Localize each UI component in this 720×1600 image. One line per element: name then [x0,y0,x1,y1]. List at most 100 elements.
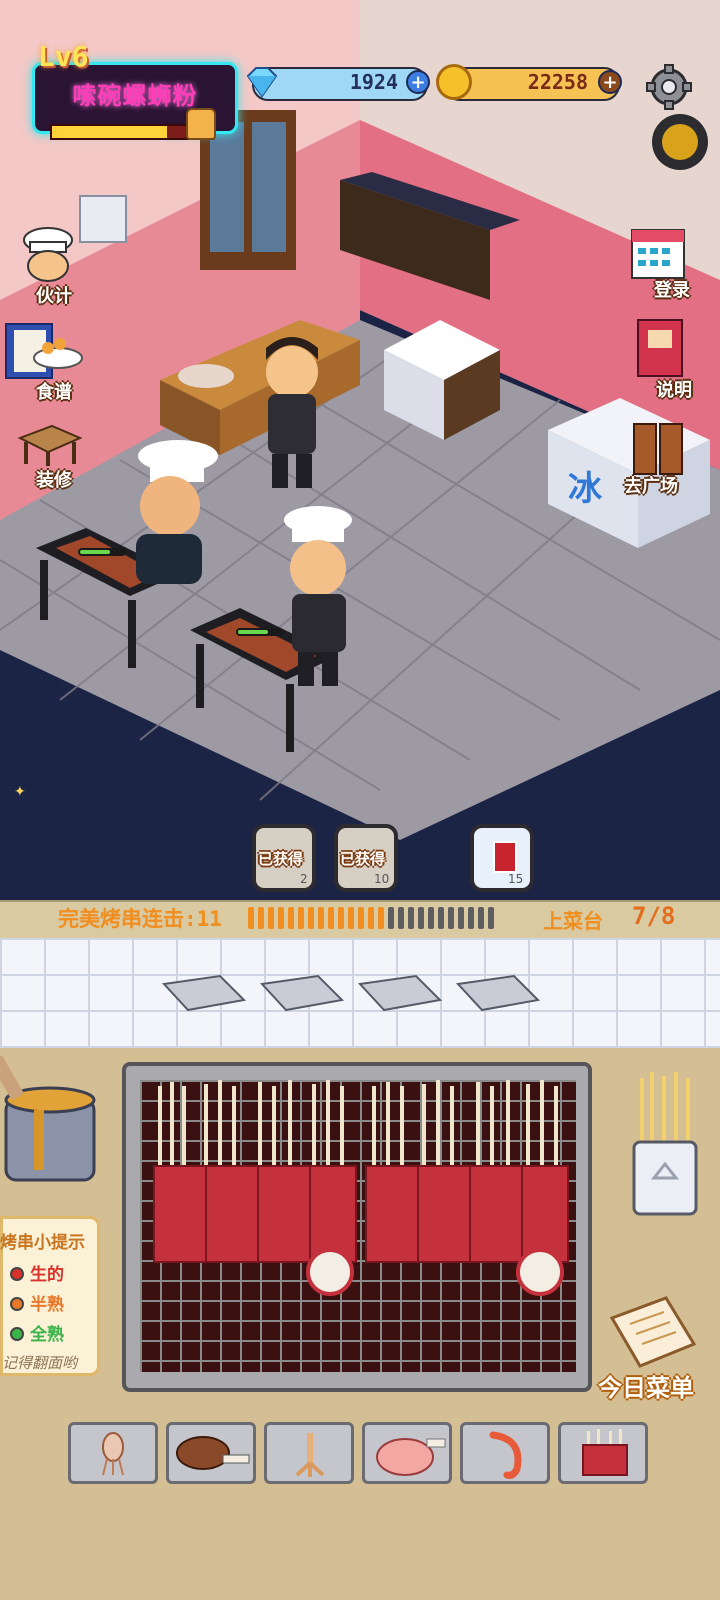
serving-plate-1[interactable] [158,974,248,1012]
thumbs-up-icon [186,108,216,140]
combo-segment [488,907,494,929]
combo-segment [388,907,394,929]
combo-segment [268,907,274,929]
login-button[interactable]: 登录 [630,224,700,304]
lamb-chop-icon [376,1438,446,1476]
chicken-feet-icon [295,1433,325,1477]
shrimp-icon [489,1431,522,1479]
bubble-label: 已获得 [340,850,386,868]
combo-segment [458,907,464,929]
gold-coin-icon [436,64,472,100]
guide-button[interactable]: 说明 [634,318,704,401]
bubble-label: 已获得 [258,850,304,868]
add-gold-button[interactable]: + [598,70,622,94]
done-dot-icon [10,1327,24,1341]
combo-segment [248,907,254,929]
combo-segment [478,907,484,929]
hint-done-label: 全熟 [30,1325,64,1345]
combo-segment [288,907,294,929]
shop-name: 嗦碗螺蛳粉 [72,82,198,110]
combo-label: 完美烤串连击:11 [58,907,222,931]
combo-segment [418,907,424,929]
skewer-sticks-cup-icon[interactable] [628,1072,704,1222]
shop-level: Lv6 [38,40,89,73]
guide-label: 说明 [656,380,692,401]
combo-segment [378,907,384,929]
bubble-count: 2 [300,872,308,886]
squid-icon [102,1432,124,1476]
ingredient-slot-meat-leg[interactable] [166,1422,256,1484]
chef-icon [23,227,73,282]
todays-menu-button[interactable]: 今日菜单 [598,1368,694,1403]
combo-segment [308,907,314,929]
settings-gear-icon[interactable] [646,64,692,110]
serving-plate-2[interactable] [256,974,346,1012]
ingredient-slot-squid[interactable] [68,1422,158,1484]
hint-medium-label: 半熟 [30,1295,64,1315]
combo-segment [368,907,374,929]
grill-hints-title: 烤串小提示 [0,1233,85,1253]
gold-value: 22258 [527,70,588,94]
collected-bubble-2[interactable]: 已获得 10 [334,824,398,892]
bubble-count: 15 [508,872,524,886]
svg-text:冰: 冰 [568,469,603,509]
decorate-button[interactable]: 装修 [14,420,84,500]
sauce-bucket-icon[interactable] [0,1056,100,1190]
medium-dot-icon [10,1297,24,1311]
decor-icon [17,424,83,466]
hint-raw: 生的 [10,1260,64,1285]
mushroom-beef-roll-icon [582,1429,628,1476]
ingredient-slot-shrimp[interactable] [460,1422,550,1484]
recipes-label: 食谱 [36,382,72,403]
meat-skewer-icon [493,841,517,873]
menu-paper-icon[interactable] [608,1294,698,1370]
combo-segment [468,907,474,929]
combo-segment [348,907,354,929]
decorate-label: 装修 [36,470,72,491]
recipe-book-icon [5,323,83,379]
diamond-icon [246,67,278,98]
combo-segment [398,907,404,929]
combo-segment [438,907,444,929]
serving-counter-value: 7/8 [632,902,676,930]
add-diamonds-button[interactable]: + [406,70,430,94]
raw-dot-icon [10,1267,24,1281]
combo-segment [258,907,264,929]
recipes-button[interactable]: 食谱 [4,318,83,403]
combo-segment [338,907,344,929]
ingredient-slot-lamb-chop[interactable] [362,1422,452,1484]
hint-medium: 半熟 [10,1290,64,1315]
serving-plate-3[interactable] [354,974,444,1012]
combo-segment [298,907,304,929]
combo-segment [448,907,454,929]
door-icon [633,423,683,475]
ingredient-slot-chicken-feet[interactable] [264,1422,354,1484]
serving-plate-4[interactable] [452,974,542,1012]
combo-segment [328,907,334,929]
skewers-on-grill[interactable] [140,1080,576,1372]
skewer-group-right [365,1080,569,1296]
diamond-value: 1924 [349,70,398,94]
plaza-button[interactable]: 去广场 [624,420,694,500]
bubble-count: 10 [374,872,390,886]
ingredient-slot-mushroom-beef-roll[interactable] [558,1422,648,1484]
calendar-icon [631,229,685,279]
combo-segment [278,907,284,929]
combo-segment [428,907,434,929]
level-progress-fill [52,126,168,138]
collected-bubble-1[interactable]: 已获得 2 [252,824,316,892]
staff-button[interactable]: 伙计 [14,226,84,307]
hint-raw-label: 生的 [30,1265,64,1285]
guide-book-icon [637,319,683,377]
combo-segment [358,907,364,929]
meat-leg-icon [176,1436,250,1470]
staff-label: 伙计 [36,286,72,307]
svg-text:✦: ✦ [14,784,26,800]
meat-order-bubble[interactable]: 15 [470,824,534,892]
hint-done: 全熟 [10,1320,64,1345]
hint-note: 记得翻面哟 [2,1354,78,1372]
combo-segment [318,907,324,929]
skewer-group-left [153,1080,357,1296]
plaza-label: 去广场 [624,476,678,497]
serving-counter-label: 上菜台 [543,909,603,933]
